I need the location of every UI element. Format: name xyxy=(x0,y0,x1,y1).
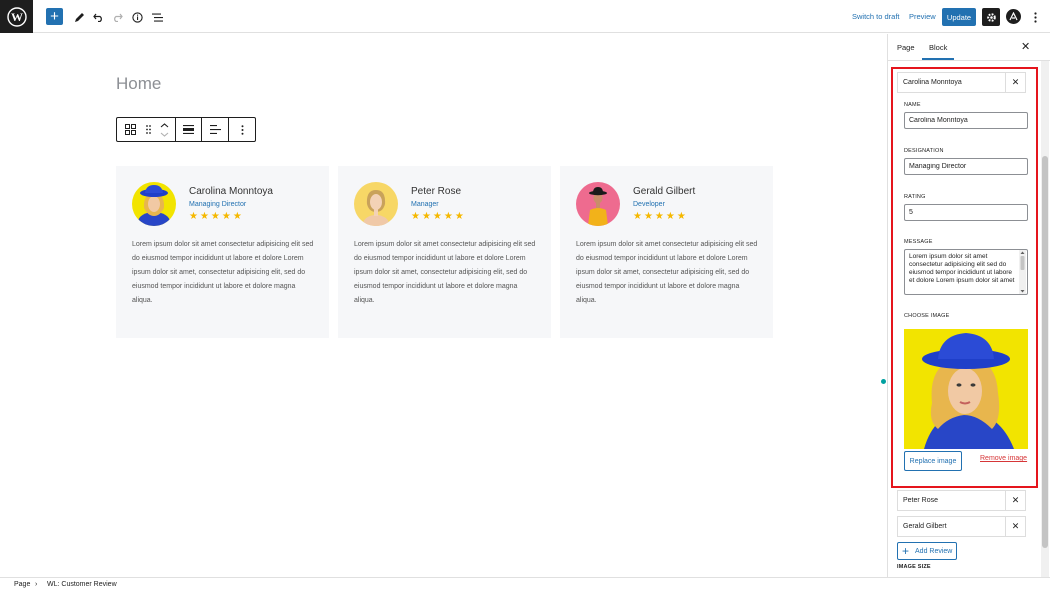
reviewer-designation: Developer xyxy=(633,201,665,208)
remove-review-icon[interactable]: ✕ xyxy=(1005,491,1025,510)
list-view-icon[interactable] xyxy=(148,8,166,26)
block-type-grid-icon[interactable] xyxy=(117,118,143,141)
reviewer-avatar xyxy=(576,182,620,226)
move-up-down-icon[interactable] xyxy=(153,118,175,141)
block-options-icon[interactable] xyxy=(229,118,255,141)
sidebar-scrollbar-thumb[interactable] xyxy=(1042,156,1048,548)
block-breadcrumb: Page › WL: Customer Review xyxy=(0,577,1050,590)
review-item-header[interactable]: Gerald Gilbert ✕ xyxy=(897,516,1026,537)
settings-gear-icon[interactable] xyxy=(982,8,1000,26)
reviewer-name: Carolina Monntoya xyxy=(189,186,273,197)
settings-sidebar: Page Block ✕ Carolina Monntoya ✕ NAME DE… xyxy=(887,34,1050,577)
reviewer-avatar xyxy=(132,182,176,226)
review-card[interactable]: Carolina Monntoya Managing Director ★★★★… xyxy=(116,166,329,338)
rating-input[interactable] xyxy=(904,204,1028,221)
wordpress-logo-icon[interactable]: W xyxy=(0,0,33,33)
review-message: Lorem ipsum dolor sit amet consectetur a… xyxy=(576,241,758,304)
insertion-point-dot[interactable] xyxy=(881,379,886,384)
editor-top-toolbar: W + Switch to draft Preview Update xyxy=(0,0,1050,33)
preview-button[interactable]: Preview xyxy=(909,12,936,21)
review-message: Lorem ipsum dolor sit amet consectetur a… xyxy=(354,241,536,304)
designation-input[interactable] xyxy=(904,158,1028,175)
message-textarea[interactable]: Lorem ipsum dolor sit amet consectetur a… xyxy=(904,249,1028,295)
selected-image-preview[interactable] xyxy=(904,329,1028,449)
review-item-title: Gerald Gilbert xyxy=(903,523,947,530)
astra-logo-icon[interactable] xyxy=(1006,9,1021,24)
details-info-icon[interactable] xyxy=(128,8,146,26)
review-item-header[interactable]: Carolina Monntoya ✕ xyxy=(897,72,1026,93)
add-review-button[interactable]: + Add Review xyxy=(897,542,957,560)
page-title[interactable]: Home xyxy=(116,74,161,94)
tab-block[interactable]: Block xyxy=(921,43,955,60)
text-align-left-icon[interactable] xyxy=(202,118,228,141)
update-button[interactable]: Update xyxy=(942,8,976,26)
plus-icon: + xyxy=(902,544,910,558)
redo-icon[interactable] xyxy=(108,8,126,26)
name-input[interactable] xyxy=(904,112,1028,129)
reviewer-name: Peter Rose xyxy=(411,186,462,197)
review-message: Lorem ipsum dolor sit amet consectetur a… xyxy=(132,241,314,304)
tools-pencil-icon[interactable] xyxy=(70,8,88,26)
svg-text:W: W xyxy=(11,10,23,24)
reviewer-name: Gerald Gilbert xyxy=(633,186,696,197)
name-field-label: NAME xyxy=(904,102,921,108)
review-card[interactable]: Peter Rose Manager ★★★★★ Lorem ipsum dol… xyxy=(338,166,551,338)
remove-review-icon[interactable]: ✕ xyxy=(1005,73,1025,92)
rating-field-label: RATING xyxy=(904,194,926,200)
sidebar-scrollbar[interactable] xyxy=(1041,61,1049,577)
message-field-label: MESSAGE xyxy=(904,239,933,245)
review-item-header[interactable]: Peter Rose ✕ xyxy=(897,490,1026,511)
more-options-icon[interactable] xyxy=(1026,8,1044,26)
drag-handle-icon[interactable] xyxy=(143,118,153,141)
block-toolbar xyxy=(116,117,256,142)
sidebar-tabs: Page Block ✕ xyxy=(888,34,1050,61)
add-review-label: Add Review xyxy=(915,547,953,555)
rating-stars: ★★★★★ xyxy=(411,211,466,222)
close-sidebar-icon[interactable]: ✕ xyxy=(1021,40,1030,53)
chevron-right-icon: › xyxy=(35,581,38,588)
review-cards-grid: Carolina Monntoya Managing Director ★★★★… xyxy=(116,166,773,338)
designation-field-label: DESIGNATION xyxy=(904,148,944,154)
add-block-button[interactable]: + xyxy=(46,8,63,25)
remove-image-link[interactable]: Remove image xyxy=(980,455,1027,462)
replace-image-button[interactable]: Replace image xyxy=(904,451,962,471)
breadcrumb-page[interactable]: Page xyxy=(14,581,30,588)
review-item-title: Carolina Monntoya xyxy=(903,79,962,86)
reviewer-designation: Managing Director xyxy=(189,201,247,208)
choose-image-label: CHOOSE IMAGE xyxy=(904,313,950,319)
rating-stars: ★★★★★ xyxy=(633,211,688,222)
tab-page[interactable]: Page xyxy=(897,43,915,52)
reviewer-avatar xyxy=(354,182,398,226)
remove-review-icon[interactable]: ✕ xyxy=(1005,517,1025,536)
review-card[interactable]: Gerald Gilbert Developer ★★★★★ Lorem ips… xyxy=(560,166,773,338)
align-wide-icon[interactable] xyxy=(176,118,201,141)
reviewer-designation: Manager xyxy=(411,201,439,208)
switch-to-draft-button[interactable]: Switch to draft xyxy=(852,12,900,21)
message-scrollbar[interactable] xyxy=(1019,250,1026,294)
editor-canvas: Home Carolina Monntoya Managing Director… xyxy=(0,34,887,577)
image-size-label: IMAGE SIZE xyxy=(897,564,931,570)
rating-stars: ★★★★★ xyxy=(189,211,244,222)
review-item-title: Peter Rose xyxy=(903,497,939,504)
breadcrumb-block[interactable]: WL: Customer Review xyxy=(47,581,117,588)
undo-icon[interactable] xyxy=(89,8,107,26)
